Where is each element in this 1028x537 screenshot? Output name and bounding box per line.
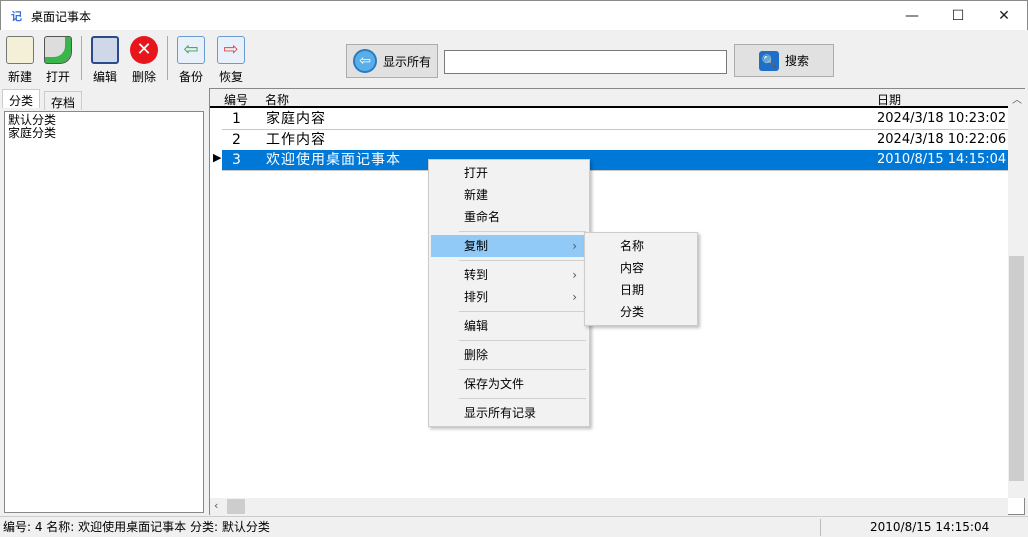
backup-button[interactable]: ⇦ 备份: [173, 34, 209, 84]
submenu-item-category[interactable]: 分类: [587, 301, 695, 323]
copy-submenu: 名称 内容 日期 分类: [584, 232, 698, 326]
context-menu: 打开 新建 重命名 复制 › 转到 › 排列 › 编辑 删除 保存为文件 显示所有记录: [428, 159, 590, 427]
chevron-right-icon: ›: [572, 239, 577, 253]
scroll-left-icon[interactable]: ‹: [214, 499, 218, 512]
minimize-button[interactable]: —: [889, 1, 935, 31]
title-bar: 记 桌面记事本 — ☐ ✕: [0, 0, 1028, 30]
row-date: 2024/3/18 10:22:06: [877, 132, 1007, 147]
menu-item-open[interactable]: 打开: [431, 162, 587, 184]
menu-item-delete[interactable]: 删除: [431, 344, 587, 366]
horizontal-scrollbar[interactable]: ‹: [210, 498, 1008, 515]
edit-label: 编辑: [92, 70, 117, 84]
menu-item-sort-label: 排列: [464, 290, 489, 304]
category-item[interactable]: 家庭分类: [8, 127, 200, 140]
search-input[interactable]: [444, 50, 727, 74]
show-all-button[interactable]: ⇦ 显示所有: [346, 44, 438, 78]
close-button[interactable]: ✕: [981, 1, 1027, 31]
menu-separator: [459, 340, 586, 341]
grid-header: 编号 名称 日期: [210, 89, 1008, 108]
menu-item-new[interactable]: 新建: [431, 184, 587, 206]
submenu-item-name[interactable]: 名称: [587, 235, 695, 257]
scroll-thumb[interactable]: [1009, 256, 1024, 481]
search-icon: 🔍: [758, 50, 779, 71]
current-row-indicator-icon: ▶: [213, 151, 222, 164]
row-id: 3: [232, 152, 241, 168]
chevron-right-icon: ›: [572, 268, 577, 282]
menu-separator: [459, 398, 586, 399]
app-icon: 记: [11, 10, 22, 23]
column-header-name[interactable]: 名称: [265, 91, 289, 108]
menu-item-copy-label: 复制: [464, 239, 489, 253]
search-button[interactable]: 🔍 搜索: [734, 44, 834, 77]
menu-separator: [459, 369, 586, 370]
delete-button[interactable]: ✕ 删除: [126, 34, 162, 84]
delete-icon: ✕: [130, 36, 158, 64]
menu-separator: [459, 260, 586, 261]
edit-button[interactable]: 编辑: [87, 34, 123, 84]
delete-label: 删除: [131, 70, 156, 84]
row-date: 2010/8/15 14:15:04: [877, 152, 1007, 167]
menu-item-show-all-records[interactable]: 显示所有记录: [431, 402, 587, 424]
backup-icon: ⇦: [177, 36, 205, 64]
status-bar: 编号: 4 名称: 欢迎使用桌面记事本 分类: 默认分类 2010/8/15 1…: [0, 516, 1028, 537]
vertical-scrollbar[interactable]: ︿: [1008, 89, 1025, 498]
table-row[interactable]: 1 家庭内容 2024/3/18 10:23:02: [222, 109, 1008, 130]
edit-icon: [91, 36, 119, 64]
new-note-icon: [6, 36, 34, 64]
tab-category[interactable]: 分类: [2, 89, 41, 108]
chevron-right-icon: ›: [572, 290, 577, 304]
menu-item-save-as-file[interactable]: 保存为文件: [431, 373, 587, 395]
row-name: 家庭内容: [266, 111, 326, 127]
restore-label: 恢复: [218, 70, 243, 84]
show-all-label: 显示所有: [382, 54, 431, 69]
column-header-id[interactable]: 编号: [224, 91, 248, 108]
menu-separator: [459, 231, 586, 232]
menu-item-copy[interactable]: 复制 ›: [431, 235, 587, 257]
table-row-selected[interactable]: 3 欢迎使用桌面记事本 2010/8/15 14:15:04: [222, 150, 1008, 171]
scroll-up-icon[interactable]: ︿: [1012, 91, 1022, 106]
window-title: 桌面记事本: [31, 10, 92, 24]
table-row[interactable]: 2 工作内容 2024/3/18 10:22:06: [222, 130, 1008, 151]
row-id: 1: [232, 111, 241, 127]
row-id: 2: [232, 132, 241, 148]
row-name: 欢迎使用桌面记事本: [266, 152, 401, 168]
search-label: 搜索: [784, 54, 809, 68]
menu-separator: [459, 311, 586, 312]
submenu-item-content[interactable]: 内容: [587, 257, 695, 279]
scroll-thumb[interactable]: [227, 499, 245, 514]
new-label: 新建: [7, 70, 32, 84]
toolbar-divider: [167, 36, 168, 80]
status-date: 2010/8/15 14:15:04: [870, 520, 990, 534]
submenu-item-date[interactable]: 日期: [587, 279, 695, 301]
row-name: 工作内容: [266, 132, 326, 148]
status-divider: [820, 519, 821, 536]
maximize-button[interactable]: ☐: [935, 1, 981, 31]
open-button[interactable]: 打开: [40, 34, 76, 84]
menu-item-edit[interactable]: 编辑: [431, 315, 587, 337]
toolbar-divider: [81, 36, 82, 80]
restore-icon: ⇨: [217, 36, 245, 64]
back-arrow-icon: ⇦: [352, 49, 377, 73]
tab-archive[interactable]: 存档: [44, 91, 83, 110]
row-date: 2024/3/18 10:23:02: [877, 111, 1007, 126]
status-record-info: 编号: 4 名称: 欢迎使用桌面记事本 分类: 默认分类: [3, 520, 270, 534]
column-header-date[interactable]: 日期: [877, 91, 901, 108]
menu-item-rename[interactable]: 重命名: [431, 206, 587, 228]
menu-item-goto[interactable]: 转到 ›: [431, 264, 587, 286]
category-list[interactable]: 默认分类 家庭分类: [4, 111, 204, 513]
open-icon: [44, 36, 72, 64]
open-label: 打开: [45, 70, 70, 84]
new-button[interactable]: 新建: [2, 34, 38, 84]
restore-button[interactable]: ⇨ 恢复: [213, 34, 249, 84]
menu-item-sort[interactable]: 排列 ›: [431, 286, 587, 308]
menu-item-goto-label: 转到: [464, 268, 489, 282]
backup-label: 备份: [178, 70, 203, 84]
